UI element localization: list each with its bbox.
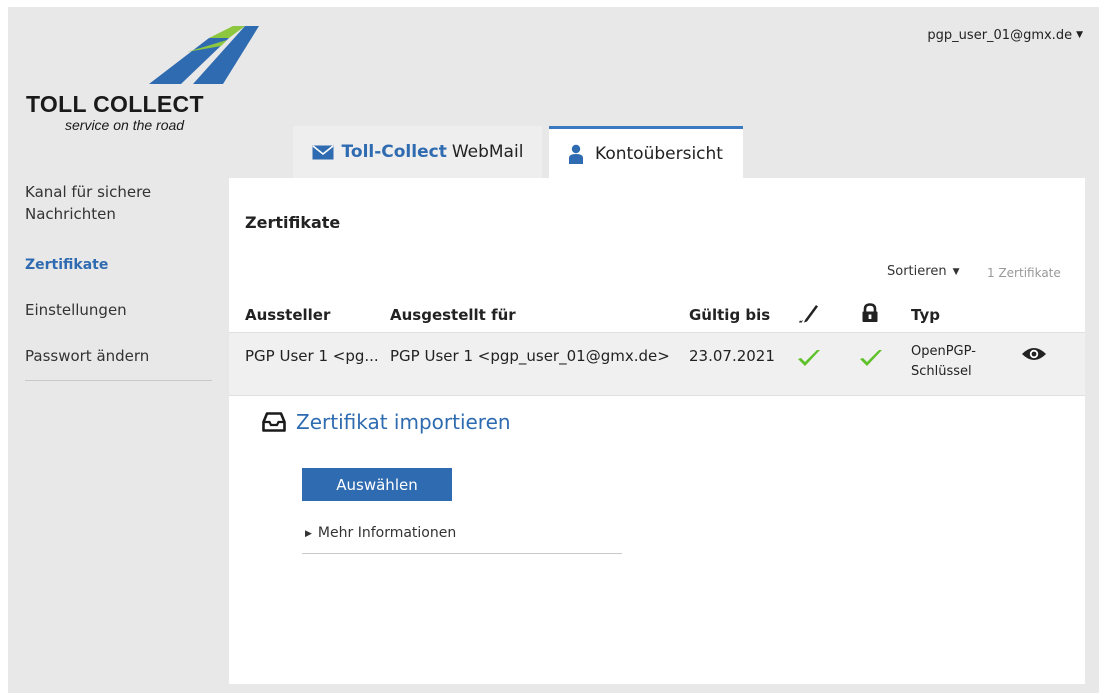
certificate-count: 1 Zertifikate <box>987 266 1061 280</box>
user-menu[interactable]: pgp_user_01@gmx.de ▼ <box>927 28 1083 43</box>
cell-type-line1: OpenPGP- <box>911 344 976 359</box>
lock-icon <box>862 303 878 322</box>
select-file-button[interactable]: Auswählen <box>302 468 452 501</box>
brand-tagline: service on the road <box>65 117 185 133</box>
column-header-type: Typ <box>911 306 940 324</box>
cell-valid-until: 23.07.2021 <box>689 347 775 365</box>
sidebar-item-passwort[interactable]: Passwort ändern <box>25 345 149 367</box>
column-header-issuer: Aussteller <box>245 306 331 324</box>
table-row[interactable]: PGP User 1 <pg... PGP User 1 <pgp_user_0… <box>229 332 1085 396</box>
user-email: pgp_user_01@gmx.de <box>927 28 1073 43</box>
check-icon-sign <box>798 350 820 366</box>
app-frame: TOLL COLLECT service on the road pgp_use… <box>8 7 1099 693</box>
brand-name: TOLL COLLECT <box>26 91 204 117</box>
more-information-divider <box>302 553 622 554</box>
tab-kontouebersicht[interactable]: Kontoübersicht <box>549 126 743 178</box>
sidebar-item-zertifikate[interactable]: Zertifikate <box>25 254 108 276</box>
import-certificate-heading[interactable]: Zertifikat importieren <box>262 410 511 434</box>
tab-webmail-brand: Toll-Collect <box>341 142 447 162</box>
cell-type: OpenPGP- Schlüssel <box>911 342 976 382</box>
page-title: Zertifikate <box>245 213 341 232</box>
caret-down-icon: ▼ <box>952 267 960 277</box>
column-header-issued-to: Ausgestellt für <box>390 306 516 324</box>
more-information-label: Mehr Informationen <box>317 525 457 541</box>
triangle-right-icon: ▶ <box>305 529 312 539</box>
import-certificate-title: Zertifikat importieren <box>296 410 511 434</box>
cell-type-line2: Schlüssel <box>911 364 972 379</box>
content-panel: Zertifikate Sortieren ▼ 1 Zertifikate Aus… <box>229 178 1085 684</box>
column-header-valid-until: Gültig bis <box>689 306 771 324</box>
cell-issuer: PGP User 1 <pg... <box>245 347 379 365</box>
inbox-tray-icon <box>262 412 286 432</box>
check-icon-encrypt <box>860 350 882 366</box>
toll-collect-logo[interactable]: TOLL COLLECT service on the road <box>26 24 266 144</box>
sidebar-item-secure-channel[interactable]: Kanal für sichere Nachrichten <box>25 181 195 225</box>
road-logo-icon <box>149 26 259 84</box>
sidebar-item-einstellungen[interactable]: Einstellungen <box>25 299 127 321</box>
sort-dropdown[interactable]: Sortieren ▼ <box>887 264 959 279</box>
caret-down-icon: ▼ <box>1076 30 1083 40</box>
sort-label: Sortieren <box>887 264 947 279</box>
tab-kontouebersicht-label: Kontoübersicht <box>595 143 723 164</box>
cell-issued-to: PGP User 1 <pgp_user_01@gmx.de> <box>390 347 670 365</box>
tab-webmail[interactable]: Toll-Collect WebMail <box>293 126 542 178</box>
tab-webmail-label: WebMail <box>451 142 524 162</box>
pen-icon <box>799 305 818 323</box>
user-icon <box>569 144 584 164</box>
mail-icon <box>312 144 334 159</box>
table-header: Aussteller Ausgestellt für Gültig bis Ty… <box>229 300 1085 332</box>
more-information-toggle[interactable]: ▶ Mehr Informationen <box>305 525 456 541</box>
eye-icon[interactable] <box>1021 346 1047 362</box>
sidebar-divider <box>25 380 212 381</box>
